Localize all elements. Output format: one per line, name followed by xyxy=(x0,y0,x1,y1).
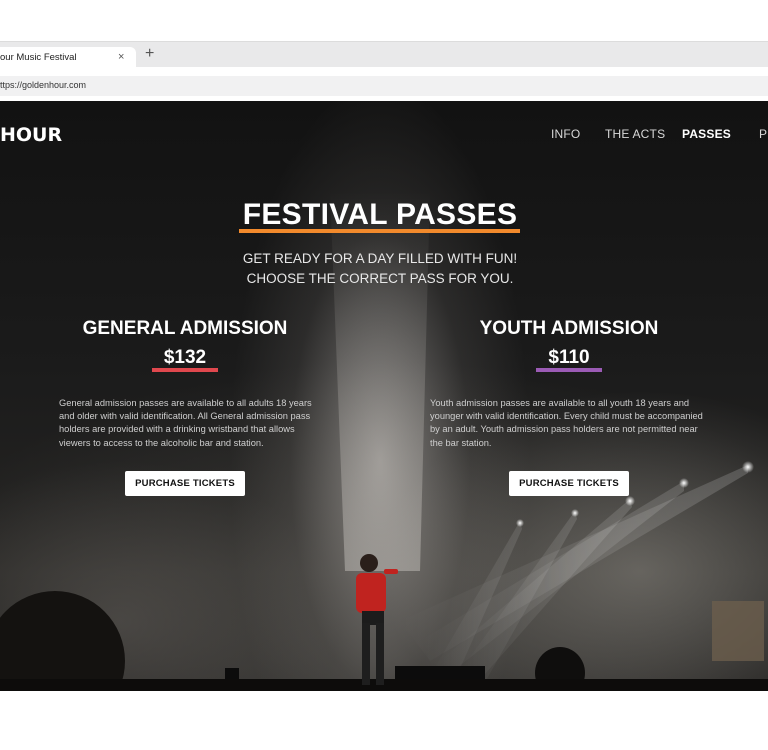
stage-lamp xyxy=(625,496,635,506)
pass-price: $110 xyxy=(548,347,590,368)
stage-lamp xyxy=(742,461,754,473)
festival-page: HOUR INFO THE ACTS PASSES PI FESTIVAL PA… xyxy=(0,101,768,691)
browser-toolbar: ttps://goldenhour.com xyxy=(0,67,768,101)
tab-strip: our Music Festival × + xyxy=(0,41,768,69)
description-line: the bar station. xyxy=(430,437,492,448)
pass-name: GENERAL ADMISSION xyxy=(82,318,288,339)
tab-title: our Music Festival xyxy=(0,52,77,63)
description-line: General admission passes are available t… xyxy=(59,398,312,408)
nav-item-info[interactable]: INFO xyxy=(551,127,580,141)
pass-price: $132 xyxy=(163,347,207,368)
description-line: viewers to access to the alcoholic bar a… xyxy=(59,437,264,448)
performer-figure xyxy=(356,554,398,685)
hero-subtitle-line2: CHOOSE THE CORRECT PASS FOR YOU. xyxy=(246,271,514,286)
page-title: FESTIVAL PASSES xyxy=(242,198,518,231)
nav-item-pi[interactable]: PI xyxy=(759,127,768,141)
stage-lamp xyxy=(571,509,579,517)
pass-description: General admission passes are available t… xyxy=(59,397,344,450)
site-logo[interactable]: HOUR xyxy=(0,124,62,146)
center-spotlight xyxy=(330,191,430,571)
description-line: younger with valid identification. Every… xyxy=(430,411,703,422)
crowd-silhouette xyxy=(0,591,125,691)
description-line: by an adult. Youth admission pass holder… xyxy=(430,424,698,435)
close-icon[interactable]: × xyxy=(118,51,124,63)
new-tab-icon[interactable]: + xyxy=(145,46,154,62)
price-underline xyxy=(536,368,602,372)
address-bar[interactable]: ttps://goldenhour.com xyxy=(0,76,768,96)
url-text: ttps://goldenhour.com xyxy=(0,80,87,90)
stage-light-beams xyxy=(0,191,768,691)
description-line: holders are provided with a drinking wri… xyxy=(59,424,295,435)
browser-tab[interactable]: our Music Festival × xyxy=(0,47,136,69)
browser-chrome: our Music Festival × + ttps://goldenhour… xyxy=(0,0,768,101)
title-underline xyxy=(239,229,520,233)
nav-item-the-acts[interactable]: THE ACTS xyxy=(605,127,665,141)
description-line: Youth admission passes are available to … xyxy=(430,398,690,408)
pass-description: Youth admission passes are available to … xyxy=(430,397,715,450)
description-line: and older with valid identification. All… xyxy=(59,411,311,422)
pass-name: YOUTH ADMISSION xyxy=(479,318,659,339)
stage-structure xyxy=(712,601,764,661)
stage-lamp xyxy=(679,478,689,488)
hero-subtitle-line1: GET READY FOR A DAY FILLED WITH FUN! xyxy=(242,251,518,266)
purchase-tickets-button[interactable]: PURCHASE TICKETS xyxy=(125,471,245,496)
nav-item-passes[interactable]: PASSES xyxy=(682,127,731,141)
purchase-tickets-button[interactable]: PURCHASE TICKETS xyxy=(509,471,629,496)
price-underline xyxy=(152,368,218,372)
stage-lamp xyxy=(516,519,524,527)
